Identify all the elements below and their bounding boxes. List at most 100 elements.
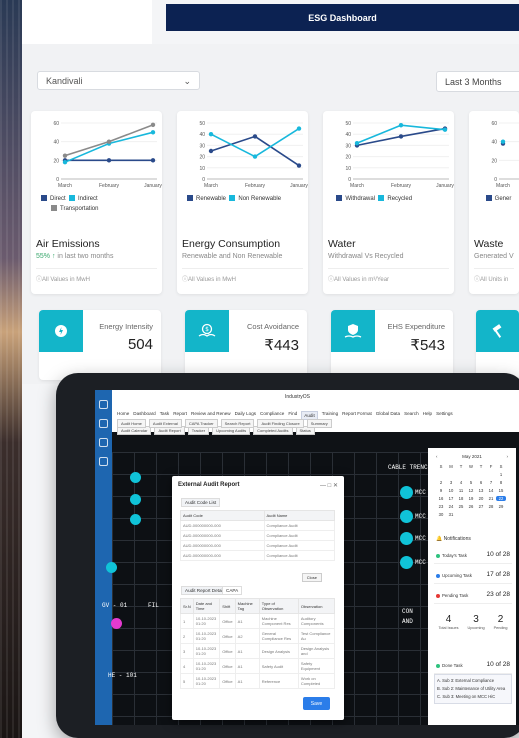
close-button[interactable]: Close	[301, 573, 322, 582]
table-row[interactable]: AUD-000000000-000 Compliance Audit	[180, 520, 335, 531]
chart-icon[interactable]	[99, 438, 108, 447]
next-month-icon[interactable]: ›	[506, 454, 508, 459]
notification-row[interactable]: Upcoming Task 17 of 28	[434, 568, 512, 584]
calendar-day[interactable]: 4	[456, 480, 466, 485]
tab-capa[interactable]: CAPA	[222, 586, 243, 595]
calendar-day[interactable]: 18	[456, 496, 466, 501]
task-item[interactable]: B. Sub 2: Maintenance of Utility Area	[437, 685, 509, 693]
tab-report-format[interactable]: Report Format	[342, 411, 372, 420]
calendar-day[interactable]: 31	[446, 512, 456, 517]
weekday-label: W	[469, 464, 473, 469]
calendar-day[interactable]: 16	[436, 496, 446, 501]
task-item[interactable]: A. Sub 3: External Compliance	[437, 677, 509, 685]
table-row[interactable]: 2 10-10-2023 01:20 Office A2 General Complia…	[180, 628, 336, 644]
notification-row[interactable]: Pending Task 23 of 28	[434, 588, 512, 604]
notification-row[interactable]: Today's Task 10 of 28	[434, 548, 512, 564]
stat-value: 2	[497, 614, 504, 625]
mcc-node[interactable]	[400, 532, 413, 545]
calendar-day[interactable]: 7	[486, 480, 496, 485]
table-cell: Compliance Audit	[263, 540, 335, 551]
subtab-audit-home[interactable]: Audit Home	[117, 419, 146, 428]
calendar-day[interactable]: 10	[446, 488, 456, 493]
table-cell: A1	[234, 658, 260, 674]
table-row[interactable]: 4 10-10-2023 01:20 Office A1 Safety Audit Saf…	[180, 658, 336, 674]
calendar-day[interactable]: 5	[466, 480, 476, 485]
card-subtitle: Renewable and Non Renewable	[182, 253, 283, 260]
data-point	[500, 139, 506, 144]
calendar-day[interactable]: 24	[446, 504, 456, 509]
calendar-day[interactable]: 29	[496, 504, 506, 509]
calendar-day[interactable]: 14	[486, 488, 496, 493]
kpi-partial[interactable]	[476, 310, 519, 380]
subtab-search-report[interactable]: Search Report	[220, 419, 255, 428]
calendar-day[interactable]: 30	[436, 512, 446, 517]
legend-label: Recycled	[387, 196, 413, 202]
calendar-day[interactable]: 1	[496, 472, 506, 477]
card-waste[interactable]: 0204060March Gener Waste Generated V All…	[469, 111, 519, 294]
calendar-day[interactable]: 3	[446, 480, 456, 485]
table-row[interactable]: 3 10-10-2023 01:20 Office A1 Design Analysis…	[180, 643, 336, 659]
table-row[interactable]: AUD-000000000-000 Compliance Audit	[180, 540, 335, 551]
mcc-node[interactable]	[400, 510, 413, 523]
table-row[interactable]: 1 10-10-2023 01:20 Office A1 Machine Compone…	[180, 613, 336, 629]
prev-month-icon[interactable]: ‹	[436, 454, 438, 459]
calendar-day[interactable]: 12	[466, 488, 476, 493]
calendar-day[interactable]: 17	[446, 496, 456, 501]
mcc-node[interactable]	[400, 486, 413, 499]
calendar-day[interactable]: 22	[496, 496, 506, 501]
schematic-node[interactable]	[130, 494, 141, 505]
calendar-day[interactable]: 25	[456, 504, 466, 509]
calendar-day[interactable]: 28	[486, 504, 496, 509]
calendar-day[interactable]: 13	[476, 488, 486, 493]
tab-global-data[interactable]: Global Data	[376, 411, 400, 420]
calendar-day[interactable]: 26	[466, 504, 476, 509]
subtab-summary[interactable]: Summary	[306, 419, 332, 428]
done-task-row[interactable]: Done Task 10 of 28	[434, 658, 512, 674]
calendar-day[interactable]: 2	[436, 480, 446, 485]
schematic-node[interactable]	[130, 514, 141, 525]
schematic-valve[interactable]	[111, 618, 122, 629]
x-tick-label: March	[496, 183, 510, 189]
card-energy-consumption[interactable]: 0 10 20 30 40 50 March February January Renewabl…	[177, 111, 308, 294]
subtab-capa-tracker[interactable]: CAPA Tracker	[184, 419, 218, 428]
window-controls[interactable]: — □ ✕	[320, 482, 338, 489]
calendar-day[interactable]: 23	[436, 504, 446, 509]
card-air-emissions[interactable]: 0 20 40 60 March February January Direct Indir…	[31, 111, 162, 294]
data-point	[62, 160, 68, 165]
calendar-day[interactable]: 9	[436, 488, 446, 493]
settings-icon[interactable]	[99, 457, 108, 466]
home-icon[interactable]	[99, 400, 108, 409]
task-item[interactable]: C. Sub 3: Meeting on MCC HiC	[437, 693, 509, 701]
calendar-day[interactable]: 8	[496, 480, 506, 485]
tab-search[interactable]: Search	[404, 411, 419, 420]
calendar-day[interactable]: 15	[496, 488, 506, 493]
kpi-ehs-expenditure[interactable]: EHS Expenditure ₹543	[331, 310, 453, 380]
calendar-day[interactable]: 27	[476, 504, 486, 509]
tab-settings[interactable]: Settings	[436, 411, 453, 420]
calendar-day[interactable]: 11	[456, 488, 466, 493]
subtab-audit-finding-closure[interactable]: Audit Finding Closure	[257, 419, 304, 428]
location-select[interactable]: Kandivali ⌄	[37, 71, 200, 90]
tab-help[interactable]: Help	[423, 411, 432, 420]
grid-icon[interactable]	[99, 419, 108, 428]
save-button[interactable]: Save	[303, 697, 330, 710]
card-water[interactable]: 0 10 20 30 40 50 March February January Withdraw…	[323, 111, 454, 294]
calendar-day[interactable]: 21	[486, 496, 496, 501]
date-range-select[interactable]: Last 3 Months	[436, 71, 519, 92]
calendar-day[interactable]: 6	[476, 480, 486, 485]
y-tick-label: 20	[199, 155, 205, 161]
kpi-cost-avoidance[interactable]: $ Cost Avoidance ₹443	[185, 310, 307, 380]
table-row[interactable]: AUD-000000000-000 Compliance Audit	[180, 550, 335, 561]
calendar-day[interactable]: 19	[466, 496, 476, 501]
schematic-node[interactable]	[106, 562, 117, 573]
money-hand-icon: $	[185, 310, 229, 352]
table-row[interactable]: AUD-000000000-000 Compliance Audit	[180, 530, 335, 541]
series-line	[64, 131, 154, 163]
table-row[interactable]: 5 10-10-2023 01:20 Office A1 Reference Work o…	[180, 673, 336, 689]
mcc-node[interactable]	[400, 556, 413, 569]
kpi-energy-intensity[interactable]: Energy Intensity 504	[39, 310, 161, 380]
subtab-audit-external[interactable]: Audit External	[148, 419, 182, 428]
calendar-day[interactable]: 20	[476, 496, 486, 501]
schematic-node[interactable]	[130, 472, 141, 483]
notification-label: Today's Task	[436, 553, 467, 558]
